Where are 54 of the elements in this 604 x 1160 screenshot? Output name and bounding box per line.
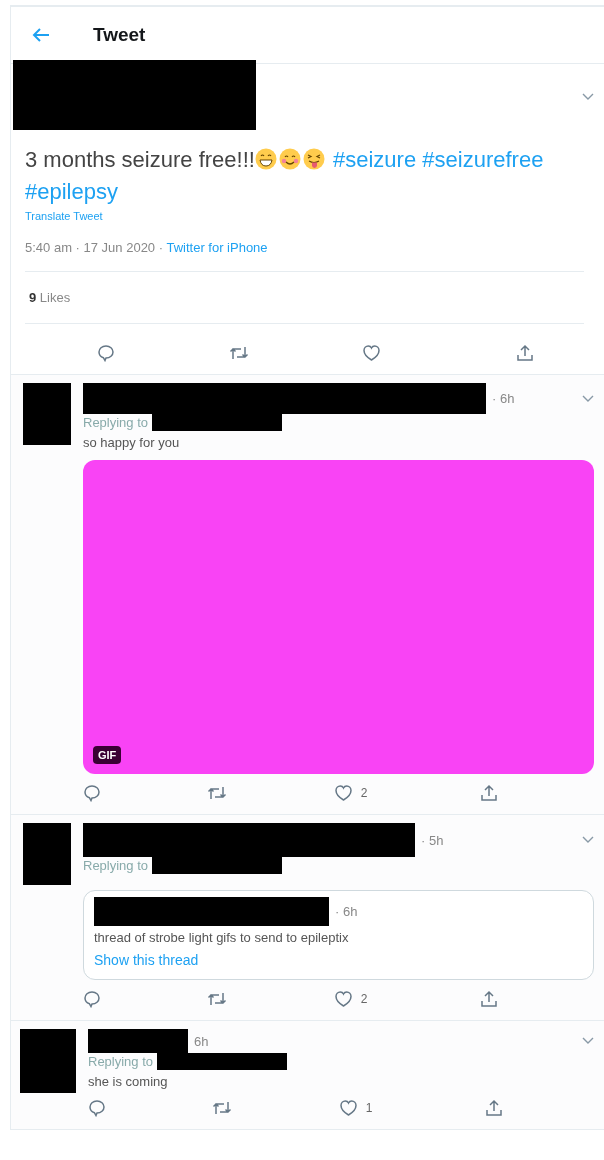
hashtag-link[interactable]: #epilepsy [25,179,118,204]
reply-icon[interactable] [88,1099,106,1117]
back-arrow-icon[interactable] [31,27,51,43]
retweet-icon[interactable] [207,784,228,802]
retweet-icon[interactable] [212,1099,233,1117]
share-icon[interactable] [515,344,534,362]
heart-icon[interactable] [362,344,382,362]
replying-to-label: Replying to [83,415,149,430]
quoted-text: thread of strobe light gifs to send to epileptix [94,930,350,945]
chevron-down-icon[interactable] [582,93,594,101]
tweet-time: · 6h [335,904,358,919]
tweet-time: · 5h [421,832,444,848]
timestamp: 5:40 am · 17 Jun 2020 · [25,240,164,255]
grin-emoji-icon [254,148,277,170]
source-link[interactable]: Twitter for iPhone [166,240,268,255]
translate-link[interactable]: Translate Tweet [25,210,594,222]
page-title: Tweet [93,24,146,46]
heart-icon[interactable] [333,990,353,1008]
like-count: 1 [365,1101,373,1115]
hashtag-link[interactable]: #seizurefree [422,147,544,172]
tweet-time: 6h [194,1033,209,1049]
like-count: 2 [360,992,368,1006]
retweet-icon[interactable] [207,990,228,1008]
reply-icon[interactable] [83,784,101,802]
retweet-icon[interactable] [228,344,249,362]
redaction-box [20,1029,76,1093]
chevron-down-icon[interactable] [582,1037,594,1045]
replying-to-label: Replying to [88,1054,154,1069]
heart-icon[interactable] [333,784,353,802]
likes-label: Likes [39,290,71,305]
heart-icon[interactable] [338,1099,358,1117]
reply-icon[interactable] [97,344,115,362]
show-thread-link[interactable]: Show this thread [94,952,199,968]
share-icon[interactable] [480,990,498,1008]
tweet-time: · 6h [492,391,515,406]
blush-emoji-icon [278,148,301,170]
share-icon[interactable] [480,784,498,802]
redaction-box [23,383,71,445]
gif-badge: GIF [93,746,122,764]
redaction-box [23,823,71,885]
reply-icon[interactable] [83,990,101,1008]
reply-text: so happy for you [83,435,181,450]
hashtag-link[interactable]: #seizure [333,147,417,172]
gif-preview[interactable]: GIF [83,460,594,774]
chevron-down-icon[interactable] [582,394,594,403]
share-icon[interactable] [485,1099,503,1117]
quoted-tweet[interactable]: · 6h thread of strobe light gifs to send to epileptix Show this thread [83,890,594,980]
tongue-emoji-icon [302,148,325,170]
tweet-text: 3 months seizure free!!! [25,147,255,172]
like-count: 2 [360,786,368,800]
likes-count: 9 [29,290,37,305]
chevron-down-icon[interactable] [582,836,594,844]
replying-to-label: Replying to [83,858,149,873]
reply-text: she is coming [88,1074,169,1089]
